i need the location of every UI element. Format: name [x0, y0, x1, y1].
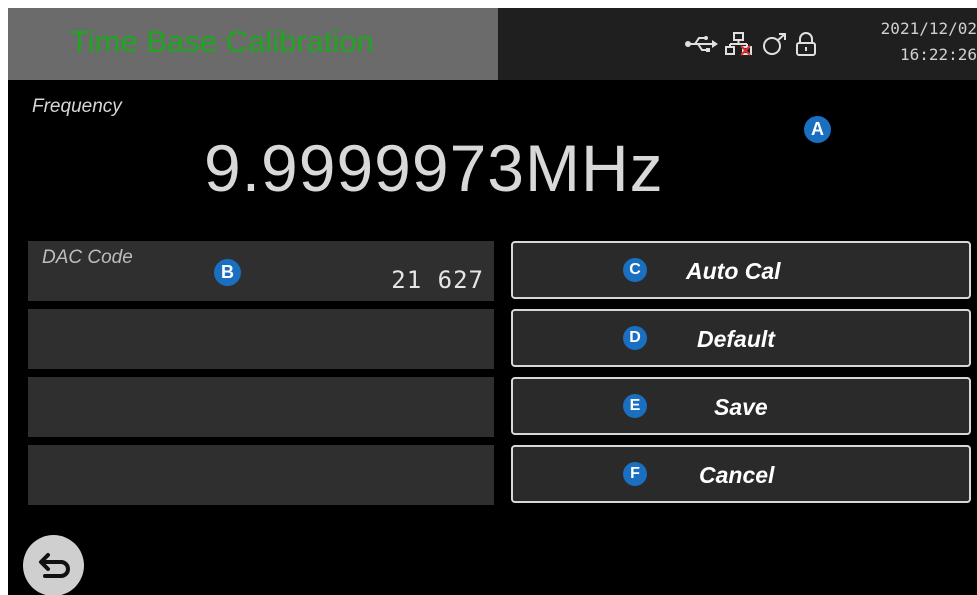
empty-field-row — [28, 309, 494, 369]
back-arrow-icon — [39, 553, 70, 578]
top-bar: Time Base Calibration 2021/12/02 16:22:2… — [8, 8, 977, 80]
dac-code-field[interactable]: DAC Code B 21 627 — [28, 241, 494, 301]
frequency-value: 9.9999973MHz — [204, 131, 664, 205]
badge-c: C — [623, 258, 647, 282]
empty-field-row — [28, 377, 494, 437]
cancel-button[interactable]: F Cancel — [511, 445, 971, 503]
usb-icon — [685, 36, 718, 52]
frequency-label: Frequency — [32, 96, 122, 117]
button-label: Save — [714, 394, 768, 420]
unlock-icon — [796, 32, 816, 56]
badge-a: A — [804, 116, 831, 143]
badge-b: B — [214, 259, 241, 286]
button-label: Auto Cal — [686, 258, 781, 284]
datetime-display: 2021/12/02 16:22:26 — [864, 16, 977, 68]
dac-code-value: 21 627 — [391, 266, 484, 294]
default-button[interactable]: D Default — [511, 309, 971, 367]
back-button[interactable] — [23, 535, 84, 595]
title-bar: Time Base Calibration — [8, 8, 498, 80]
calibration-screen: Time Base Calibration 2021/12/02 16:22:2… — [8, 8, 977, 595]
external-reference-icon — [763, 33, 786, 55]
badge-d: D — [623, 326, 647, 350]
empty-field-row — [28, 445, 494, 505]
field-label: DAC Code — [42, 247, 133, 268]
auto-cal-button[interactable]: C Auto Cal — [511, 241, 971, 299]
save-button[interactable]: E Save — [511, 377, 971, 435]
badge-f: F — [623, 462, 647, 486]
button-label: Cancel — [699, 462, 775, 488]
page-title: Time Base Calibration — [70, 24, 374, 59]
badge-e: E — [623, 394, 647, 418]
network-disconnected-icon — [725, 32, 752, 56]
time-text: 16:22:26 — [899, 45, 977, 64]
date-text: 2021/12/02 — [880, 19, 977, 38]
button-label: Default — [697, 326, 775, 352]
